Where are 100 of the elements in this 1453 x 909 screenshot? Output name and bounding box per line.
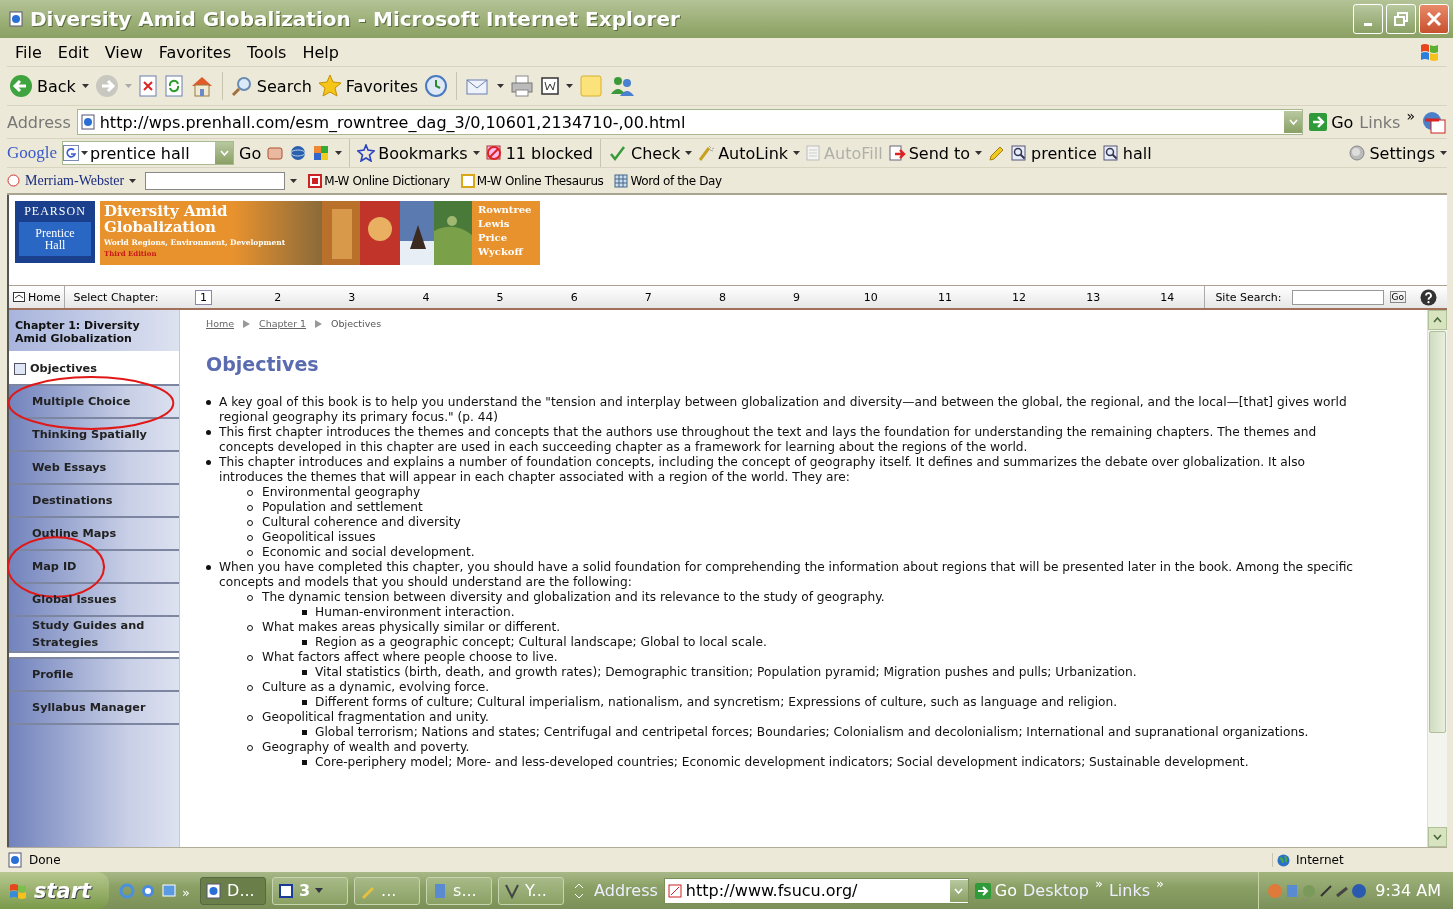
puzzle-icon[interactable]: [312, 144, 331, 162]
caret-icon[interactable]: [129, 178, 137, 183]
wand-icon: [697, 144, 716, 162]
publisher-logo[interactable]: PEARSON Prentice Hall: [15, 201, 95, 263]
sidebar-item[interactable]: Objectives: [9, 353, 179, 386]
caret-icon[interactable]: [685, 151, 693, 155]
sidebar-item[interactable]: Multiple Choice: [9, 386, 179, 419]
pdf-icon[interactable]: [1421, 110, 1447, 134]
send-to-button[interactable]: Send to: [887, 143, 971, 163]
sidebar-item[interactable]: Thinking Spatially: [9, 419, 179, 452]
dropdown-button[interactable]: [949, 879, 968, 902]
document-icon[interactable]: [540, 76, 561, 96]
sidebar-item[interactable]: Syllabus Manager: [9, 692, 179, 725]
scroll-down-icon[interactable]: [1433, 834, 1442, 840]
more-chevron[interactable]: »: [1406, 108, 1415, 124]
dropdown-button[interactable]: [215, 142, 234, 164]
sidebar-item[interactable]: Web Essays: [9, 452, 179, 485]
autolink-button[interactable]: AutoLink: [697, 143, 789, 163]
menu-item[interactable]: Help: [294, 42, 347, 62]
sidebar-item[interactable]: Outline Maps: [9, 518, 179, 551]
taskbar-button[interactable]: D...: [200, 876, 267, 905]
objective-text: Environmental geography: [262, 485, 422, 500]
chapter-link[interactable]: 5: [491, 289, 509, 305]
sidebar-item[interactable]: Destinations: [9, 485, 179, 518]
news-icon[interactable]: [266, 144, 285, 162]
settings-button[interactable]: Settings: [1348, 143, 1435, 163]
sidebar-item[interactable]: Map ID: [9, 551, 179, 584]
chapter-link[interactable]: 13: [1081, 289, 1106, 305]
close-button[interactable]: [1419, 4, 1449, 34]
go-button[interactable]: Go: [239, 143, 262, 163]
caret-icon[interactable]: [472, 151, 480, 155]
caret-icon[interactable]: [566, 84, 574, 88]
go-button[interactable]: Go: [1389, 291, 1406, 303]
stop-icon[interactable]: [137, 75, 158, 97]
chapter-link[interactable]: 7: [639, 289, 657, 305]
address-field[interactable]: http://wps.prenhall.com/esm_rowntree_dag_3/0,10601,2134710-,00.html: [76, 109, 1304, 135]
chapter-link[interactable]: 8: [713, 289, 731, 305]
search-term-button[interactable]: prentice: [1010, 143, 1097, 163]
caret-icon[interactable]: [497, 84, 505, 88]
caret-icon[interactable]: [1440, 151, 1447, 155]
dictionary-link[interactable]: Word of the Day: [614, 173, 722, 188]
caret-icon[interactable]: [290, 178, 298, 183]
search-term-button[interactable]: hall: [1101, 143, 1152, 163]
caret-icon[interactable]: [81, 84, 89, 88]
scroll-up-icon[interactable]: [1433, 317, 1442, 323]
chapter-link[interactable]: 12: [1007, 289, 1032, 305]
minimize-button[interactable]: [1353, 4, 1383, 34]
chapter-link[interactable]: 11: [932, 289, 957, 305]
chevron-down-icon: [1288, 119, 1298, 125]
history-icon[interactable]: [424, 74, 449, 98]
chapter-link[interactable]: 4: [417, 289, 435, 305]
menu-item[interactable]: View: [96, 42, 151, 62]
breadcrumb-link[interactable]: Home: [206, 318, 235, 329]
popup-blocker-button[interactable]: 11 blocked: [484, 143, 593, 163]
caret-icon[interactable]: [975, 151, 983, 155]
chapter-link[interactable]: 1: [195, 289, 212, 305]
chapter-link[interactable]: 9: [788, 289, 806, 305]
dropdown-button[interactable]: [1284, 111, 1303, 133]
spell-check-button[interactable]: Check: [607, 143, 681, 163]
address-field[interactable]: http://www.fsucu.org/: [663, 877, 969, 904]
lookup-field[interactable]: [145, 171, 286, 190]
star-icon: [357, 144, 376, 162]
browser-icon[interactable]: [140, 882, 157, 899]
dictionary-link[interactable]: M-W Online Dictionary: [308, 173, 450, 188]
restore-button[interactable]: [1386, 4, 1416, 34]
help-icon[interactable]: [1420, 288, 1437, 306]
desktop-icon[interactable]: [161, 882, 178, 899]
caret-icon[interactable]: [793, 151, 801, 155]
caret-icon[interactable]: [81, 151, 89, 155]
bookmarks-button[interactable]: Bookmarks: [357, 143, 468, 163]
chapter-link[interactable]: 10: [858, 289, 883, 305]
go-button[interactable]: Go: [1309, 112, 1354, 132]
breadcrumb-link[interactable]: Chapter 1: [259, 318, 307, 329]
scrollbar[interactable]: [1427, 310, 1447, 847]
links-button[interactable]: Links: [1359, 112, 1401, 132]
favorites-button[interactable]: Favorites: [317, 74, 419, 98]
address-label: Address: [7, 112, 71, 132]
menu-item[interactable]: Edit: [49, 42, 97, 62]
site-search-field[interactable]: [1291, 289, 1384, 305]
people-icon[interactable]: [609, 74, 636, 98]
chapter-link[interactable]: 3: [343, 289, 361, 305]
refresh-icon[interactable]: [163, 75, 184, 97]
dictionary-link[interactable]: M-W Online Thesaurus: [460, 173, 604, 188]
sidebar-item[interactable]: Global Issues: [9, 584, 179, 617]
chapter-link[interactable]: 14: [1155, 289, 1180, 305]
globe-icon[interactable]: [289, 144, 308, 162]
search-button[interactable]: Search: [230, 75, 312, 97]
menu-item[interactable]: Favorites: [150, 42, 239, 62]
printer-icon[interactable]: [510, 74, 535, 98]
caret-icon[interactable]: [335, 151, 343, 155]
sidebar-item[interactable]: Profile: [9, 659, 179, 692]
home-link[interactable]: Home: [9, 286, 66, 308]
chapter-link[interactable]: 2: [269, 289, 287, 305]
menu-item[interactable]: File: [7, 42, 50, 62]
chapter-link[interactable]: 6: [565, 289, 583, 305]
merriam-webster-menu[interactable]: Merriam-Webster: [25, 172, 125, 189]
tray-icons-drawing[interactable]: [1267, 881, 1368, 900]
back-button[interactable]: Back: [9, 74, 76, 98]
menu-item[interactable]: Tools: [239, 42, 295, 62]
search-field[interactable]: prentice hall: [62, 141, 235, 165]
